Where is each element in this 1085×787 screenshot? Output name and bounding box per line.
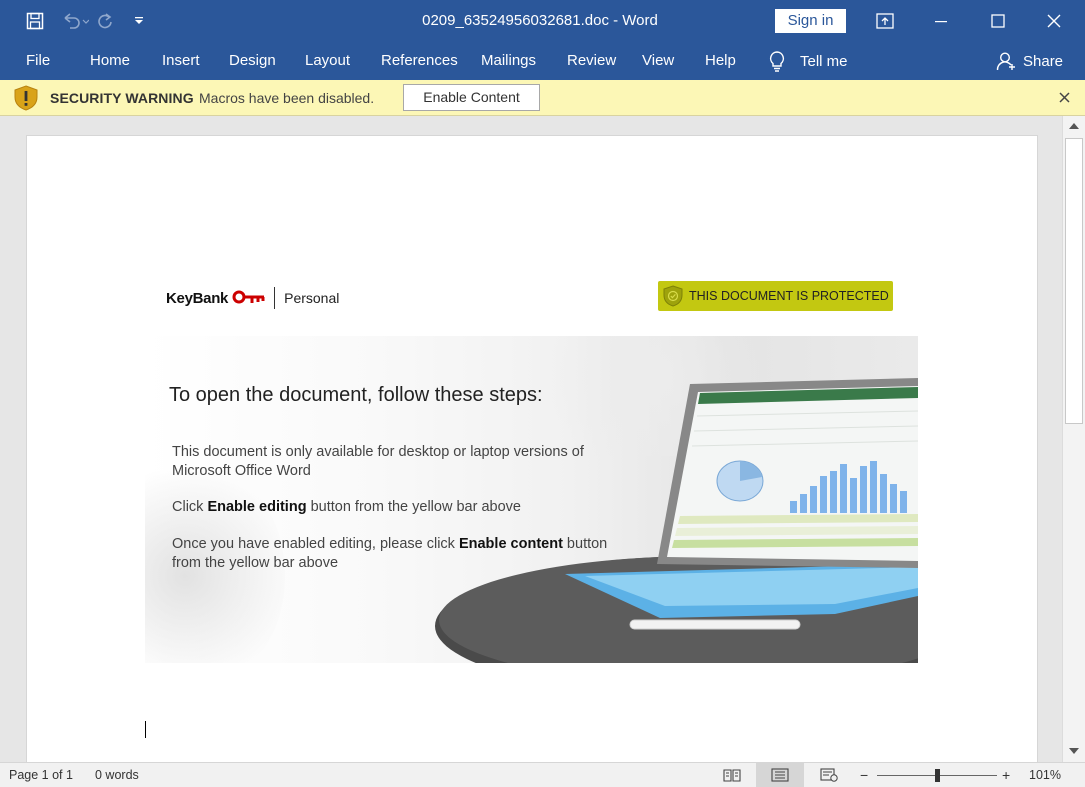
document-area: KeyBank Personal THIS DOCUMENT IS PROTEC… [0, 116, 1062, 775]
step-2-text-end: button from the yellow bar above [306, 499, 521, 515]
zoom-out-button[interactable]: − [860, 763, 868, 787]
title-bar: 0209_63524956032681.doc - Word Sign in [0, 0, 1085, 42]
status-bar: Page 1 of 1 0 words − + 101% [0, 762, 1085, 787]
step-3-bold: Enable content [458, 536, 563, 552]
protected-label: THIS DOCUMENT IS PROTECTED [689, 289, 889, 303]
tab-references[interactable]: References [381, 42, 458, 80]
tell-me-search[interactable]: Tell me [768, 42, 848, 80]
read-mode-icon[interactable] [708, 763, 756, 787]
shield-check-icon [663, 285, 683, 307]
web-layout-icon[interactable] [805, 763, 853, 787]
scroll-thumb[interactable] [1065, 138, 1083, 424]
sign-in-button[interactable]: Sign in [775, 9, 846, 33]
logo-name: KeyBank [166, 289, 229, 307]
step-3-text: Once you have enabled editing, please cl… [172, 536, 459, 552]
text-cursor [145, 721, 146, 738]
logo-separator [274, 287, 276, 309]
scroll-up-icon[interactable] [1067, 119, 1081, 137]
key-icon [232, 290, 265, 304]
tell-me-label: Tell me [800, 52, 848, 70]
warning-shield-icon [13, 85, 39, 116]
tab-home[interactable]: Home [90, 42, 130, 80]
redo-icon[interactable] [90, 6, 120, 36]
step-2-text: Click [172, 499, 208, 515]
scroll-down-icon[interactable] [1067, 744, 1081, 762]
step-2-bold: Enable editing [207, 499, 307, 515]
tab-file[interactable]: File [26, 42, 50, 80]
zoom-slider-thumb[interactable] [935, 769, 940, 782]
zoom-level[interactable]: 101% [1029, 763, 1061, 787]
customize-toolbar-icon[interactable] [124, 6, 154, 36]
security-warning-message: Macros have been disabled. [199, 90, 375, 106]
page-count[interactable]: Page 1 of 1 [9, 763, 73, 787]
lightbulb-icon [769, 51, 785, 72]
step-2: Click Enable editing button from the yel… [172, 498, 632, 517]
logo-subtitle: Personal [284, 290, 340, 306]
document-title: 0209_63524956032681.doc - Word [422, 12, 658, 29]
enable-content-button[interactable]: Enable Content [403, 84, 540, 111]
undo-icon[interactable] [60, 6, 90, 36]
minimize-icon[interactable] [913, 0, 969, 42]
person-icon [996, 52, 1015, 71]
tab-mailings[interactable]: Mailings [481, 42, 536, 80]
print-layout-icon[interactable] [756, 763, 804, 787]
steps-heading: To open the document, follow these steps… [169, 384, 543, 406]
security-warning-title: SECURITY WARNING [50, 90, 194, 106]
save-icon[interactable] [20, 6, 50, 36]
tab-design[interactable]: Design [229, 42, 276, 80]
step-3: Once you have enabled editing, please cl… [172, 535, 632, 572]
tab-layout[interactable]: Layout [305, 42, 350, 80]
tab-help[interactable]: Help [705, 42, 736, 80]
close-warning-icon[interactable] [1058, 91, 1071, 109]
protected-badge: THIS DOCUMENT IS PROTECTED [658, 281, 893, 311]
zoom-in-button[interactable]: + [1002, 763, 1010, 787]
step-1: This document is only available for desk… [172, 444, 584, 479]
share-label: Share [1023, 52, 1064, 70]
close-icon[interactable] [1026, 0, 1082, 42]
tab-review[interactable]: Review [567, 42, 616, 80]
share-button[interactable]: Share [996, 42, 1063, 80]
vertical-scrollbar[interactable] [1062, 116, 1085, 762]
instructions-banner: To open the document, follow these steps… [145, 336, 918, 663]
ribbon-tabs: File Home Insert Design Layout Reference… [0, 42, 1085, 80]
tab-insert[interactable]: Insert [162, 42, 200, 80]
maximize-icon[interactable] [970, 0, 1026, 42]
word-count[interactable]: 0 words [95, 763, 139, 787]
security-warning-bar: SECURITY WARNING Macros have been disabl… [0, 80, 1085, 116]
ribbon-display-options-icon[interactable] [857, 0, 913, 42]
document-page[interactable]: KeyBank Personal THIS DOCUMENT IS PROTEC… [26, 135, 1038, 775]
quick-access-toolbar [0, 0, 154, 42]
keybank-logo: KeyBank Personal [166, 286, 339, 310]
tab-view[interactable]: View [642, 42, 674, 80]
